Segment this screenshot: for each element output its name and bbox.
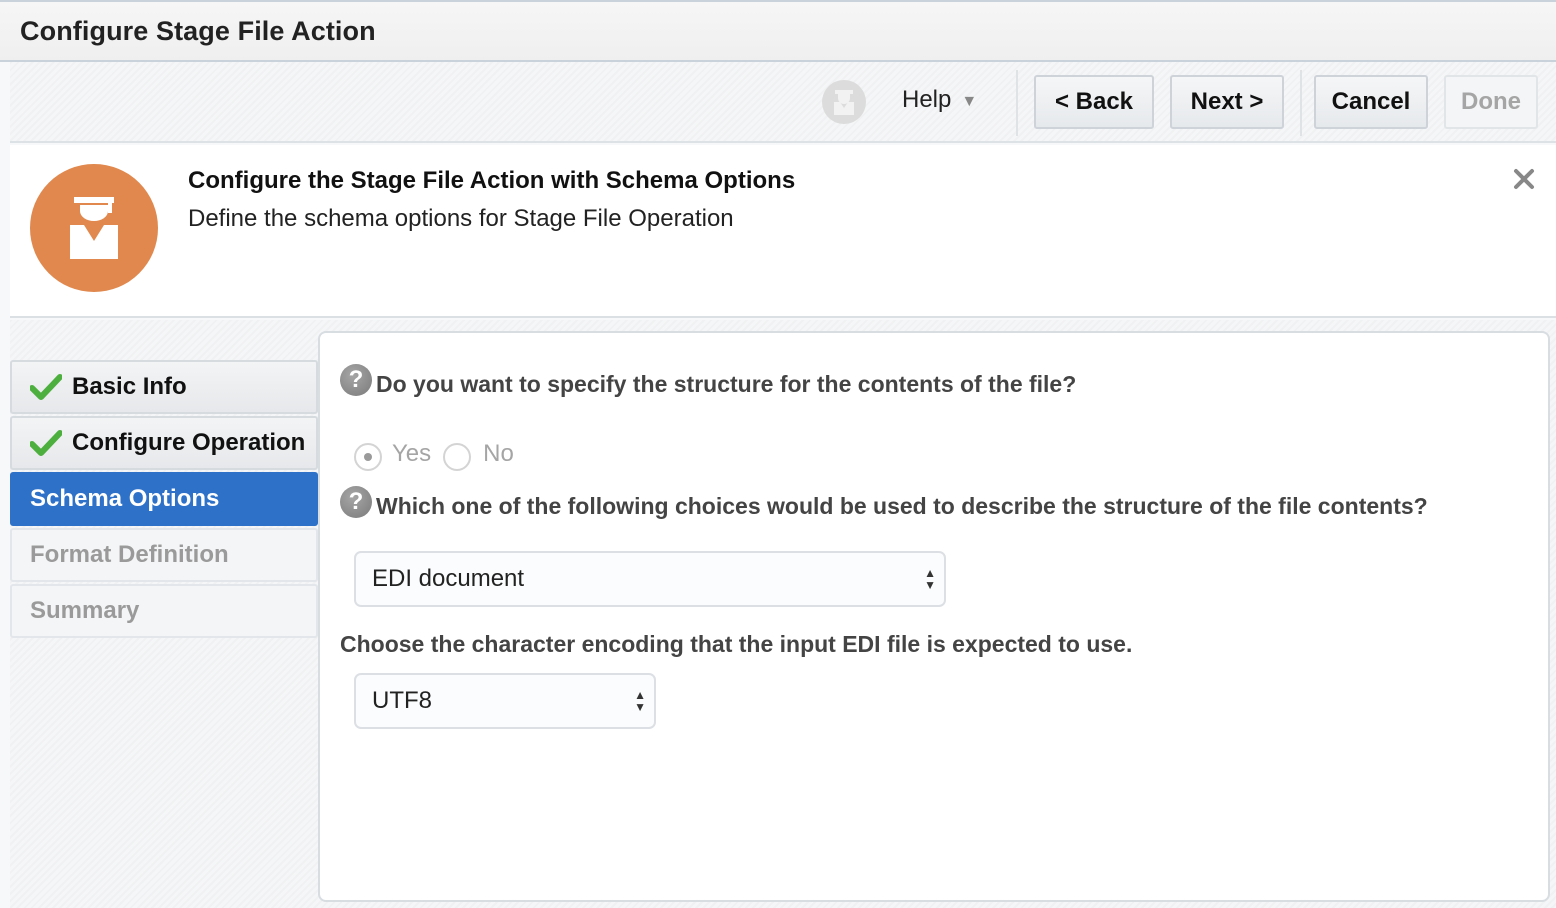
- radio-no[interactable]: [443, 443, 472, 471]
- wizard-toolbar: Help ▼ < Back Next > Cancel Done: [10, 62, 1556, 143]
- encoding-select[interactable]: UTF8 ▲ ▼: [354, 673, 656, 729]
- wizard-train: Basic Info Configure Operation Schema Op…: [10, 360, 318, 640]
- back-button[interactable]: < Back: [1034, 75, 1154, 129]
- structure-type-select[interactable]: EDI document ▲ ▼: [354, 551, 946, 607]
- user-avatar-icon[interactable]: [822, 80, 866, 124]
- radio-yes-label: Yes: [392, 440, 432, 467]
- info-banner: Configure the Stage File Action with Sch…: [10, 145, 1556, 318]
- train-step-label: Basic Info: [72, 373, 187, 400]
- train-step-label: Schema Options: [30, 485, 220, 512]
- select-value: UTF8: [372, 687, 432, 714]
- train-step-format-definition[interactable]: Format Definition: [10, 528, 318, 582]
- train-step-schema-options[interactable]: Schema Options: [10, 472, 318, 526]
- done-button[interactable]: Done: [1444, 75, 1538, 129]
- question-specify-structure: ? Do you want to specify the structure f…: [340, 363, 1077, 398]
- help-question-icon[interactable]: ?: [340, 485, 372, 518]
- dialog-titlebar: Configure Stage File Action: [0, 0, 1556, 62]
- help-question-icon[interactable]: ?: [340, 363, 372, 396]
- select-arrows-icon: ▲ ▼: [634, 688, 646, 714]
- question-text: Which one of the following choices would…: [376, 493, 1428, 519]
- dialog-title: Configure Stage File Action: [20, 16, 376, 46]
- toolbar-divider: [1300, 70, 1302, 136]
- banner-subtitle: Define the schema options for Stage File…: [188, 205, 734, 232]
- train-step-summary[interactable]: Summary: [10, 584, 318, 638]
- question-structure-type: ? Which one of the following choices wou…: [340, 485, 1428, 520]
- radio-yes[interactable]: [354, 443, 382, 471]
- schema-options-panel: ? Do you want to specify the structure f…: [318, 331, 1550, 902]
- help-menu[interactable]: Help ▼: [902, 86, 977, 114]
- banner-title: Configure the Stage File Action with Sch…: [188, 167, 796, 194]
- train-step-basic-info[interactable]: Basic Info: [10, 360, 318, 414]
- train-step-configure-operation[interactable]: Configure Operation: [10, 416, 318, 470]
- encoding-label: Choose the character encoding that the i…: [340, 631, 1133, 657]
- checkmark-icon: [30, 374, 62, 400]
- chevron-down-icon: ▼: [961, 93, 978, 110]
- checkmark-icon: [30, 430, 62, 456]
- radio-no-label: No: [483, 440, 514, 467]
- cancel-button[interactable]: Cancel: [1314, 75, 1428, 129]
- select-arrows-icon: ▲ ▼: [924, 566, 936, 592]
- close-icon[interactable]: [1510, 165, 1538, 193]
- graduate-user-icon: [30, 164, 158, 292]
- help-label: Help: [902, 86, 952, 113]
- next-button[interactable]: Next >: [1170, 75, 1284, 129]
- toolbar-divider: [1016, 70, 1018, 136]
- structure-radio-group: Yes No: [354, 437, 514, 471]
- question-text: Do you want to specify the structure for…: [376, 371, 1077, 397]
- train-step-label: Format Definition: [30, 541, 229, 568]
- train-step-label: Summary: [30, 597, 140, 624]
- select-value: EDI document: [372, 565, 525, 592]
- train-step-label: Configure Operation: [72, 429, 306, 456]
